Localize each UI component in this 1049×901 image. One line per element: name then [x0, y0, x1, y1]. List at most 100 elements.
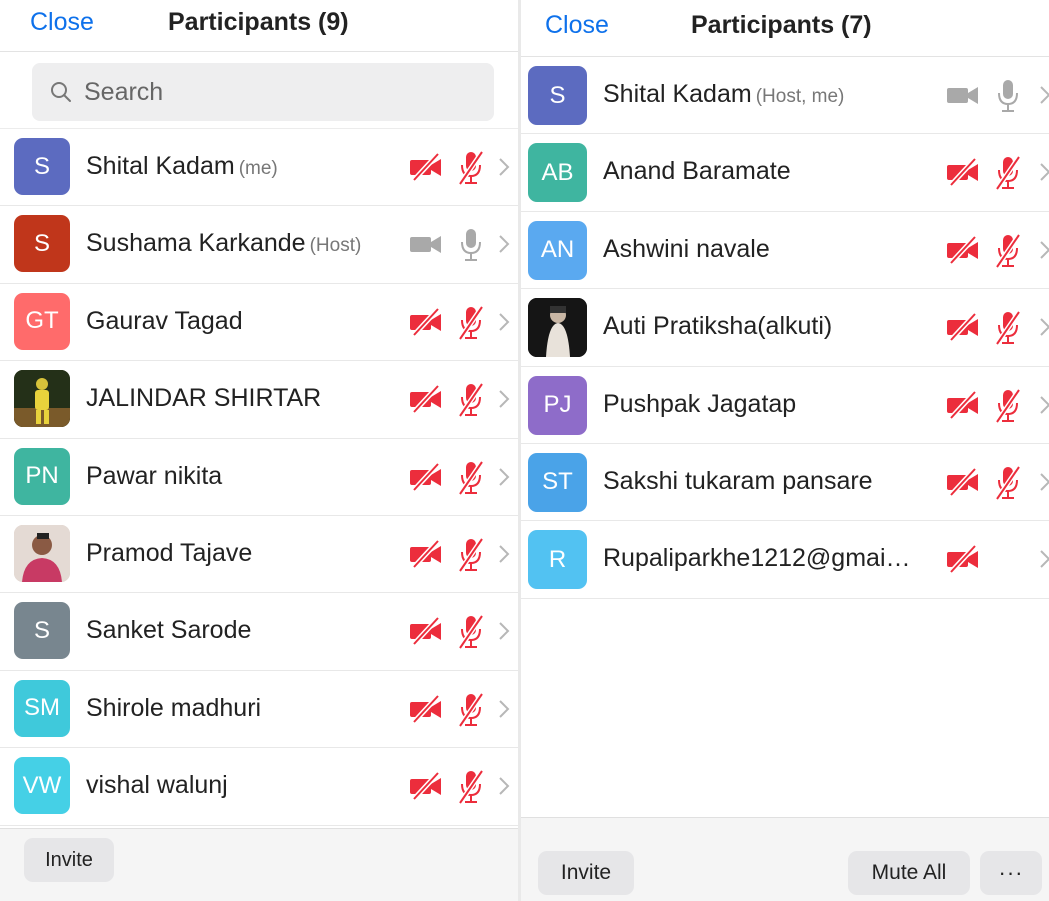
participant-name-wrap: Shital Kadam (me) [86, 152, 278, 181]
participant-row[interactable]: AB Anand Baramate [521, 134, 1049, 212]
mic-off-icon[interactable] [993, 310, 1023, 346]
panel-header: Close Participants (9) [0, 0, 518, 52]
participant-row[interactable]: SM Shirole madhuri [0, 671, 518, 749]
participant-name-wrap: Auti Pratiksha(alkuti) [603, 312, 832, 341]
participant-row[interactable]: S Sushama Karkande (Host) [0, 206, 518, 284]
chevron-right-icon[interactable] [497, 698, 511, 720]
participant-name-wrap: Pramod Tajave [86, 539, 252, 568]
chevron-right-icon[interactable] [1038, 84, 1049, 106]
video-off-icon[interactable] [408, 616, 444, 647]
participant-row[interactable]: JALINDAR SHIRTAR [0, 361, 518, 439]
participant-row[interactable]: Auti Pratiksha(alkuti) [521, 289, 1049, 367]
chevron-right-icon[interactable] [1038, 471, 1049, 493]
participant-role: (me) [238, 158, 278, 179]
video-on-icon[interactable] [945, 80, 981, 110]
mic-off-icon[interactable] [456, 305, 486, 341]
participant-row[interactable]: R Rupaliparkhe1212@gmai… [521, 521, 1049, 599]
participant-list: S Shital Kadam (me) S Sushama Karkande (Host… [0, 129, 518, 826]
chevron-right-icon[interactable] [1038, 548, 1049, 570]
search-box[interactable] [32, 63, 494, 121]
mute-all-button[interactable]: Mute All [848, 851, 970, 895]
participant-name: Ashwini navale [603, 234, 770, 263]
video-off-icon[interactable] [408, 307, 444, 337]
participant-name: Pramod Tajave [86, 538, 253, 567]
participant-name: Auti Pratiksha(alkuti) [603, 312, 833, 341]
participant-name: Pushpak Jagatap [603, 389, 797, 418]
participant-row[interactable]: S Shital Kadam (me) [0, 129, 518, 207]
participant-row[interactable]: PN Pawar nikita [0, 439, 518, 516]
chevron-right-icon[interactable] [497, 388, 511, 410]
invite-button[interactable]: Invite [538, 851, 634, 895]
avatar-initials: AB [541, 158, 574, 186]
search-bar [0, 52, 518, 129]
chevron-right-icon[interactable] [497, 466, 511, 488]
video-off-icon[interactable] [408, 384, 444, 414]
avatar-initials: PN [25, 462, 59, 490]
close-button[interactable]: Close [545, 11, 609, 40]
participant-row[interactable]: GT Gaurav Tagad [0, 284, 518, 362]
avatar: ST [528, 452, 587, 512]
participant-row[interactable]: S Sanket Sarode [0, 593, 518, 671]
video-off-icon[interactable] [945, 157, 981, 188]
search-input[interactable] [84, 77, 464, 107]
more-options-button[interactable]: ··· [980, 851, 1042, 895]
avatar-initials: AN [540, 236, 575, 264]
panel-header: Close Participants (7) [521, 0, 1049, 57]
video-off-icon[interactable] [945, 235, 981, 265]
participant-row[interactable]: PJ Pushpak Jagatap [521, 367, 1049, 444]
chevron-right-icon[interactable] [497, 543, 511, 565]
avatar-initials: S [33, 616, 50, 644]
panel-footer: Invite [0, 828, 518, 901]
video-off-icon[interactable] [408, 461, 444, 492]
mic-on-icon[interactable] [993, 78, 1023, 114]
video-off-icon[interactable] [408, 694, 444, 724]
video-off-icon[interactable] [408, 771, 444, 801]
video-off-icon[interactable] [408, 539, 444, 569]
video-off-icon[interactable] [945, 544, 981, 575]
participant-row[interactable]: Pramod Tajave [0, 516, 518, 594]
avatar: S [14, 138, 70, 195]
panel-title: Participants (9) [168, 8, 349, 36]
chevron-right-icon[interactable] [497, 775, 511, 797]
avatar: GT [14, 292, 70, 350]
close-button[interactable]: Close [30, 8, 94, 37]
participant-row[interactable]: VW vishal walunj [0, 748, 518, 826]
panel-footer: Invite Mute All ··· [521, 817, 1049, 901]
chevron-right-icon[interactable] [497, 156, 511, 178]
mic-off-icon[interactable] [993, 155, 1023, 191]
mic-off-icon[interactable] [993, 233, 1023, 269]
participant-row[interactable]: ST Sakshi tukaram pansare [521, 444, 1049, 522]
mic-off-icon[interactable] [456, 614, 486, 650]
mic-off-icon[interactable] [993, 388, 1023, 424]
mic-off-icon[interactable] [456, 150, 486, 186]
mic-off-icon[interactable] [456, 692, 486, 728]
chevron-right-icon[interactable] [497, 233, 511, 255]
participant-name: Gaurav Tagad [86, 306, 243, 335]
photo-person [14, 524, 70, 582]
mic-off-icon[interactable] [456, 382, 486, 418]
mic-off-icon[interactable] [456, 460, 486, 496]
mic-off-icon[interactable] [456, 537, 486, 573]
video-off-icon[interactable] [945, 312, 981, 342]
video-off-icon[interactable] [945, 467, 981, 497]
participant-row[interactable]: S Shital Kadam (Host, me) [521, 57, 1049, 135]
video-on-icon[interactable] [408, 229, 444, 259]
chevron-right-icon[interactable] [1038, 239, 1049, 261]
chevron-right-icon[interactable] [1038, 316, 1049, 338]
chevron-right-icon[interactable] [1038, 161, 1049, 183]
mic-on-icon[interactable] [456, 227, 486, 263]
chevron-right-icon[interactable] [1038, 394, 1049, 416]
participant-role: (Host) [309, 235, 362, 257]
chevron-right-icon[interactable] [497, 620, 511, 642]
participant-list: S Shital Kadam (Host, me) AB Anand Baramate… [521, 57, 1049, 599]
video-off-icon[interactable] [408, 152, 444, 182]
invite-button[interactable]: Invite [24, 838, 114, 882]
participant-row[interactable]: AN Ashwini navale [521, 212, 1049, 290]
video-off-icon[interactable] [945, 389, 981, 420]
participant-name-wrap: Pawar nikita [86, 462, 222, 491]
mic-off-icon[interactable] [456, 769, 486, 805]
avatar [14, 370, 70, 428]
chevron-right-icon[interactable] [497, 311, 511, 333]
mic-off-icon[interactable] [993, 465, 1023, 501]
avatar-initials: ST [542, 468, 573, 496]
